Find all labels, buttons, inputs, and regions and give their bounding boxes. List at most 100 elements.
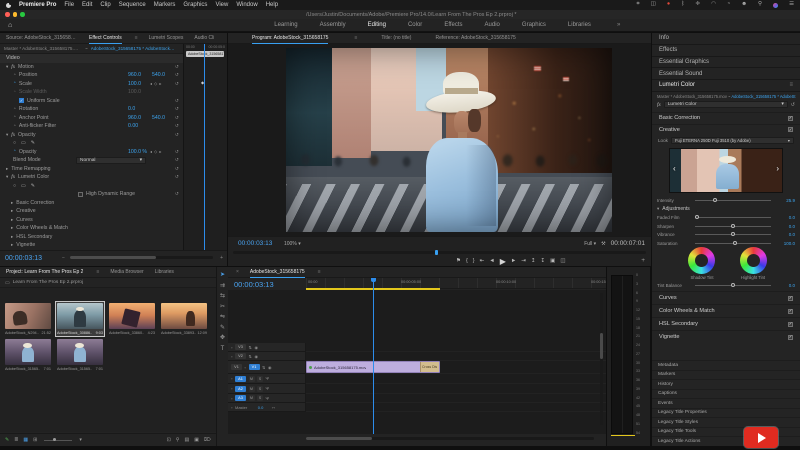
track-a2-lane[interactable] (306, 384, 606, 394)
settings-wrench-icon[interactable]: ⚒ (601, 241, 605, 247)
track-v2-lane[interactable] (306, 352, 606, 361)
lock-icon[interactable]: ▫ (231, 405, 233, 410)
lumetri-subsection-row[interactable]: ▸ HSL Secondary (0, 233, 183, 242)
list-view-button[interactable]: ≣ (14, 437, 18, 443)
slider-value[interactable]: 0.0 (775, 283, 795, 288)
master-clip-label[interactable]: Master * AdobeStock_315658175.mov (657, 94, 727, 99)
lock-icon[interactable]: ▫ (231, 376, 233, 381)
close-window-button[interactable] (5, 12, 10, 17)
workspace-tab[interactable]: Learning (274, 22, 297, 28)
track-v2-badge[interactable]: V2 (235, 353, 246, 359)
lock-icon[interactable]: ▫ (231, 386, 233, 391)
menu-item[interactable]: Graphics (183, 2, 207, 8)
tab-effect-controls[interactable]: Effect Controls (89, 35, 122, 44)
master-track-lane[interactable] (306, 403, 606, 412)
panel-header-info[interactable]: Info (652, 33, 800, 45)
display-icon[interactable]: ⌗ (637, 2, 640, 8)
mirroring-icon[interactable]: ◫ (651, 2, 656, 8)
look-dropdown[interactable]: Fuji ETERNA 250D Fuji 3510 (by Adobe) ▾ (670, 136, 794, 144)
clip-name[interactable]: AdobeStock_33860.. (109, 331, 144, 335)
collapse-icon[interactable]: ▾ (6, 132, 8, 138)
shadow-tint-wheel[interactable] (688, 247, 715, 274)
slider-value[interactable]: 25.9 (775, 198, 795, 203)
adjustment-slider[interactable] (695, 241, 771, 246)
curves-checkbox[interactable]: ✓ (788, 295, 793, 301)
step-back-button[interactable]: ◄ (489, 258, 494, 264)
vignette-checkbox[interactable]: ✓ (788, 334, 793, 340)
effect-dropdown[interactable]: Lumetri Color ▾ (663, 101, 788, 108)
panel-menu-icon[interactable]: ≡ (135, 35, 138, 41)
sync-lock-icon[interactable]: ⇅ (249, 345, 253, 350)
collapse-icon[interactable]: ▾ (657, 206, 659, 212)
reset-param-icon[interactable]: ↺ (175, 81, 179, 87)
stopwatch-icon[interactable]: ◔ (13, 149, 16, 154)
panel-menu-icon[interactable]: ≡ (96, 269, 99, 275)
solo-button[interactable]: S (257, 375, 263, 382)
project-breadcrumb[interactable]: ▭ Learn From The Pros Ep 2.prproj (0, 278, 216, 288)
tab-project[interactable]: Project: Learn From The Pros Ep 2 (6, 269, 83, 275)
pen-mask-icon[interactable]: ✎ (31, 140, 35, 146)
adjustment-slider[interactable] (695, 232, 771, 237)
panel-menu-icon[interactable]: ≡ (789, 82, 793, 88)
tab-title[interactable]: Title: (no title) (381, 35, 411, 41)
blend-mode-row[interactable]: Blend Mode Normal ▾ ↺ (0, 156, 183, 165)
add-keyframe-icon[interactable]: ◇ (154, 81, 157, 86)
reset-param-icon[interactable]: ↺ (175, 72, 179, 78)
record-icon[interactable]: ● (667, 2, 670, 8)
clip-name[interactable]: AdobeStock_31565.. (57, 367, 92, 371)
position-x-value[interactable]: 960.0 (128, 72, 141, 78)
timeline-playhead[interactable] (371, 278, 376, 434)
sequence-clip-label[interactable]: AdobeStock_315658175 * AdobeSt (731, 94, 795, 99)
mic-icon[interactable]: Ψ (266, 386, 270, 391)
prev-keyframe-icon[interactable]: ◂ (150, 81, 152, 86)
clip-name[interactable]: AdobeStock_31565.. (5, 367, 40, 371)
project-item[interactable]: AdobeStock_31565.. 7:01 (4, 338, 52, 372)
writable-indicator[interactable]: ✎ (5, 437, 9, 443)
transition-clip[interactable]: Cross Dis (420, 362, 439, 372)
lumetri-subsection-row[interactable]: ▸ Color Wheels & Match (0, 224, 183, 233)
effect-controls-scrollbar[interactable] (70, 256, 213, 259)
mic-icon[interactable]: Ψ (266, 396, 270, 401)
thumbnail-zoom-slider[interactable] (44, 438, 73, 441)
track-a1-header[interactable]: ▫ A1 M S Ψ (228, 374, 306, 384)
razor-tool[interactable]: ✂ (220, 304, 225, 310)
slider-value[interactable]: 0.0 (775, 232, 795, 237)
panel-header-row[interactable]: Events (652, 398, 800, 408)
menu-item[interactable]: File (64, 2, 74, 8)
add-keyframe-icon[interactable]: ◇ (154, 149, 157, 154)
timeline-timecode[interactable]: 00:00:03:13 (234, 280, 274, 289)
color-wheels-match-section[interactable]: Color Wheels & Match ✓ (652, 304, 800, 317)
mute-button[interactable]: M (248, 375, 255, 382)
master-gain-value[interactable]: 0.0 (258, 405, 264, 410)
slider-knob[interactable] (731, 283, 735, 287)
slider-value[interactable]: 0.0 (775, 215, 795, 220)
anchor-point-row[interactable]: ◔ Anchor Point 960.0 540.0 ↺ (0, 114, 183, 123)
workspace-tab[interactable]: Graphics (522, 22, 546, 28)
track-v1-header[interactable]: V1 ▫ V1 ⇅ ◉ (228, 361, 306, 374)
mic-icon[interactable]: Ψ (266, 376, 270, 381)
tab-program-monitor[interactable]: Program: AdobeStock_315658175 (252, 35, 329, 44)
motion-effect-row[interactable]: ▾ fx Motion ↺ (0, 63, 183, 72)
add-marker-button[interactable]: ⚑ (456, 258, 461, 264)
panel-header-row[interactable]: Legacy Title Properties (652, 407, 800, 417)
freeform-view-button[interactable]: ⊞ (33, 437, 37, 443)
type-tool[interactable]: T (221, 346, 225, 352)
reset-effect-icon[interactable]: ↺ (175, 174, 179, 180)
new-item-button[interactable]: ▣ (194, 437, 199, 443)
slider-knob[interactable] (731, 223, 735, 228)
basic-correction-section[interactable]: Basic Correction ✓ (652, 112, 800, 124)
extension-icon[interactable]: ✛ (695, 2, 700, 8)
slider-value[interactable]: 0.0 (775, 224, 795, 229)
expand-icon[interactable]: ▸ (11, 242, 13, 248)
basic-correction-checkbox[interactable]: ✓ (788, 115, 793, 121)
app-menu[interactable]: Premiere Pro (19, 2, 56, 8)
reset-param-icon[interactable]: ↺ (175, 191, 179, 197)
eye-icon[interactable]: ◉ (268, 365, 272, 370)
lumetri-effect-row[interactable]: ▾ fx Lumetri Color ↺ (0, 173, 183, 182)
pen-tool[interactable]: ✎ (220, 325, 225, 331)
next-look-button[interactable]: › (776, 164, 779, 173)
track-v3-badge[interactable]: V3 (235, 344, 246, 350)
hand-tool[interactable]: ✥ (220, 335, 225, 341)
hsl-secondary-checkbox[interactable]: ✓ (788, 321, 793, 327)
uniform-scale-checkbox[interactable]: ✓ (19, 98, 24, 104)
